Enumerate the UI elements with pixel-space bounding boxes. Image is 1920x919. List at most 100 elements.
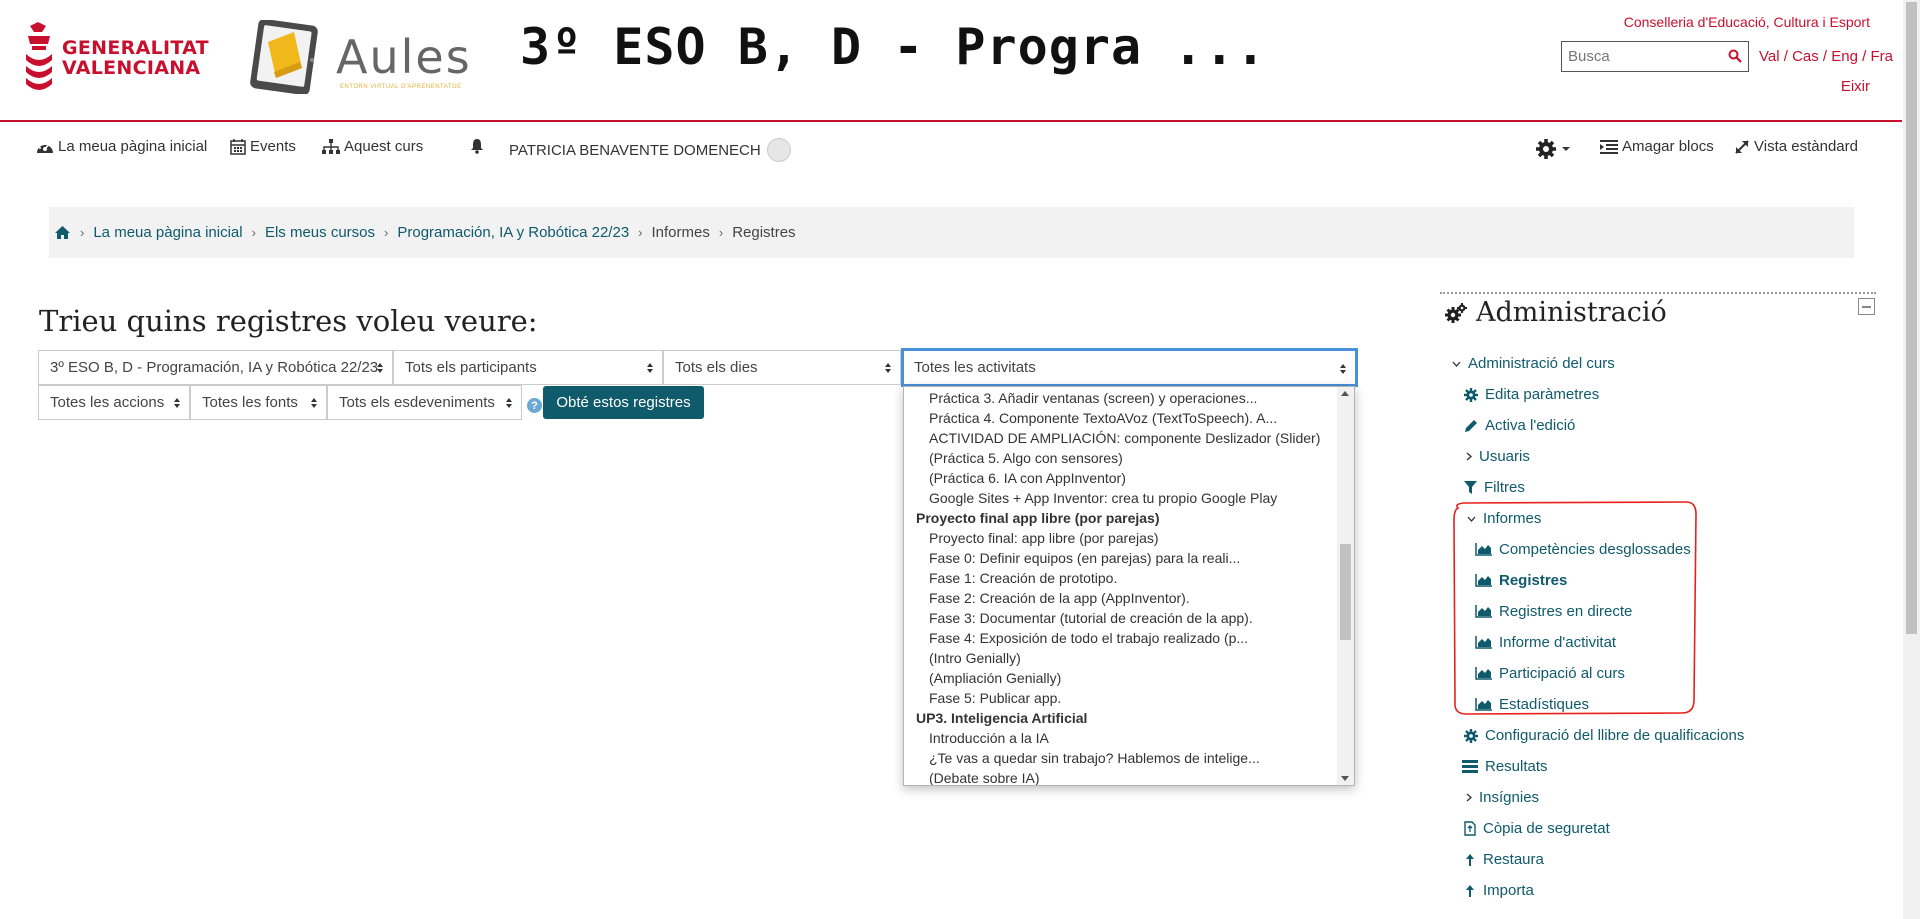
get-logs-button[interactable]: Obté estos registres [543, 386, 704, 419]
hide-blocks-button[interactable]: Amagar blocs [1600, 138, 1714, 155]
course-select[interactable]: 3º ESO B, D - Programación, IA y Robótic… [38, 350, 393, 385]
select-arrows-icon [1340, 364, 1346, 374]
upload-icon [1466, 853, 1474, 866]
breadcrumb-reports[interactable]: Informes [652, 224, 710, 241]
dropdown-option[interactable]: (Intro Genially) [904, 648, 1336, 668]
aules-logo[interactable]: Aules ENTORN VIRTUAL D'APRENENTATGE [250, 20, 472, 94]
tree-gradebook-setup[interactable]: Configuració del llibre de qualificacion… [1464, 727, 1744, 744]
scroll-down-icon[interactable] [1341, 776, 1349, 781]
chevron-right-icon [1466, 452, 1472, 461]
breadcrumb-home[interactable]: La meua pàgina inicial [93, 224, 242, 241]
settings-menu-button[interactable] [1535, 138, 1575, 160]
nav-course[interactable]: Aquest curs [322, 138, 423, 155]
breadcrumb-course[interactable]: Programación, IA y Robótica 22/23 [397, 224, 629, 241]
home-icon[interactable] [54, 225, 71, 240]
generalitat-logo[interactable]: GENERALITAT VALENCIANA [24, 22, 209, 94]
search-icon[interactable] [1728, 49, 1742, 63]
tree-results[interactable]: Resultats [1462, 758, 1548, 775]
dropdown-option[interactable]: (Ampliación Genially) [904, 668, 1336, 688]
dropdown-option[interactable]: Fase 2: Creación de la app (AppInventor)… [904, 588, 1336, 608]
tree-users[interactable]: Usuaris [1466, 448, 1530, 465]
nav-events[interactable]: Events [230, 138, 296, 155]
tree-badges[interactable]: Insígnies [1466, 789, 1539, 806]
activities-dropdown-list: Práctica 3. Añadir ventanas (screen) y o… [903, 386, 1355, 786]
aules-tablet-icon [250, 20, 318, 94]
dropdown-option[interactable]: (Práctica 5. Algo con sensores) [904, 448, 1336, 468]
scrollbar-thumb[interactable] [1340, 544, 1351, 640]
dropdown-scrollbar[interactable] [1337, 387, 1354, 785]
logout-link[interactable]: Eixir [1841, 78, 1870, 95]
admin-block-border [1440, 292, 1876, 294]
page-scrollbar-thumb[interactable] [1906, 2, 1917, 634]
dropdown-option[interactable]: ¿Te vas a quedar sin trabajo? Hablemos d… [904, 748, 1336, 768]
file-icon [1464, 821, 1476, 836]
generalitat-emblem-icon [26, 22, 52, 90]
dropdown-option-group: Proyecto final app libre (por parejas) [916, 510, 1160, 526]
activities-select[interactable]: Totes les activitats [901, 348, 1358, 387]
dropdown-option[interactable]: Fase 5: Publicar app. [904, 688, 1336, 708]
tree-users-label: Usuaris [1479, 448, 1530, 465]
nav-course-label: Aquest curs [344, 138, 424, 155]
tree-import-label: Importa [1483, 882, 1534, 899]
user-menu[interactable]: PATRICIA BENAVENTE DOMENECH [509, 138, 791, 162]
nav-home[interactable]: La meua pàgina inicial [36, 138, 207, 155]
breadcrumb-separator: › [80, 225, 85, 240]
tree-restore[interactable]: Restaura [1464, 851, 1544, 868]
sitemap-icon [322, 138, 340, 154]
tree-edit-params[interactable]: Edita paràmetres [1464, 386, 1599, 403]
select-arrows-icon [311, 398, 317, 408]
dropdown-option[interactable]: Fase 0: Definir equipos (en parejas) par… [904, 548, 1336, 568]
calendar-icon [230, 139, 246, 155]
aules-tagline: ENTORN VIRTUAL D'APRENENTATGE [340, 84, 462, 90]
dropdown-option[interactable]: Introducción a la IA [904, 728, 1336, 748]
dropdown-option[interactable]: Fase 4: Exposición de todo el trabajo re… [904, 628, 1336, 648]
dropdown-option-group: UP3. Inteligencia Artificial [916, 710, 1088, 726]
bell-icon [471, 139, 483, 154]
dropdown-option[interactable]: (Debate sobre IA) [904, 768, 1336, 785]
days-select-value: Tots els dies [675, 359, 758, 376]
dropdown-option[interactable]: Fase 1: Creación de prototipo. [904, 568, 1336, 588]
actions-select-value: Totes les accions [50, 394, 165, 411]
breadcrumb-separator: › [718, 225, 724, 240]
breadcrumb-separator: › [251, 225, 256, 240]
help-icon[interactable]: ? [527, 398, 542, 413]
tree-results-label: Resultats [1485, 758, 1548, 775]
collapse-block-icon[interactable] [1858, 298, 1875, 315]
dropdown-option[interactable]: (Práctica 6. IA con AppInventor) [904, 468, 1336, 488]
aules-wordmark: Aules [336, 30, 472, 84]
tree-filters[interactable]: Filtres [1464, 479, 1525, 496]
tree-import[interactable]: Importa [1464, 882, 1534, 899]
dropdown-option[interactable]: Google Sites + App Inventor: crea tu pro… [904, 488, 1336, 508]
breadcrumb-separator: › [638, 225, 643, 240]
tree-activate-edit[interactable]: Activa l'edició [1464, 417, 1575, 434]
dropdown-option[interactable]: Práctica 3. Añadir ventanas (screen) y o… [904, 388, 1336, 408]
caret-down-icon [1562, 147, 1570, 151]
tree-restore-label: Restaura [1483, 851, 1544, 868]
tree-filters-label: Filtres [1484, 479, 1525, 496]
dropdown-option[interactable]: Práctica 4. Componente TextoAVoz (TextTo… [904, 408, 1336, 428]
search-input[interactable] [1562, 42, 1722, 71]
standard-view-button[interactable]: Vista estàndard [1734, 138, 1858, 155]
dropdown-option[interactable]: Fase 3: Documentar (tutorial de creación… [904, 608, 1336, 628]
participants-select[interactable]: Tots els participants [393, 350, 663, 385]
tree-course-admin[interactable]: Administració del curs [1452, 355, 1615, 372]
select-arrows-icon [647, 363, 653, 373]
actions-select[interactable]: Totes les accions [38, 385, 190, 420]
language-links[interactable]: Val / Cas / Eng / Fra [1759, 48, 1893, 65]
page-scrollbar[interactable] [1903, 0, 1920, 919]
gear-icon [1464, 728, 1478, 743]
events-select[interactable]: Tots els esdeveniments [327, 385, 522, 420]
conselleria-link[interactable]: Conselleria d'Educació, Cultura i Esport [1624, 14, 1870, 30]
dropdown-option[interactable]: Proyecto final: app libre (por parejas) [904, 528, 1336, 548]
breadcrumb-separator: › [384, 225, 389, 240]
tree-backup[interactable]: Còpia de seguretat [1464, 820, 1610, 837]
notifications-button[interactable] [470, 138, 488, 154]
sources-select[interactable]: Totes les fonts [190, 385, 327, 420]
breadcrumb-my-courses[interactable]: Els meus cursos [265, 224, 375, 241]
dropdown-option[interactable]: ACTIVIDAD DE AMPLIACIÓN: componente Desl… [904, 428, 1336, 448]
scroll-up-icon[interactable] [1341, 391, 1349, 396]
compress-icon [1735, 139, 1749, 154]
indent-icon [1600, 139, 1618, 154]
breadcrumb-logs[interactable]: Registres [732, 224, 795, 241]
days-select[interactable]: Tots els dies [663, 350, 901, 385]
